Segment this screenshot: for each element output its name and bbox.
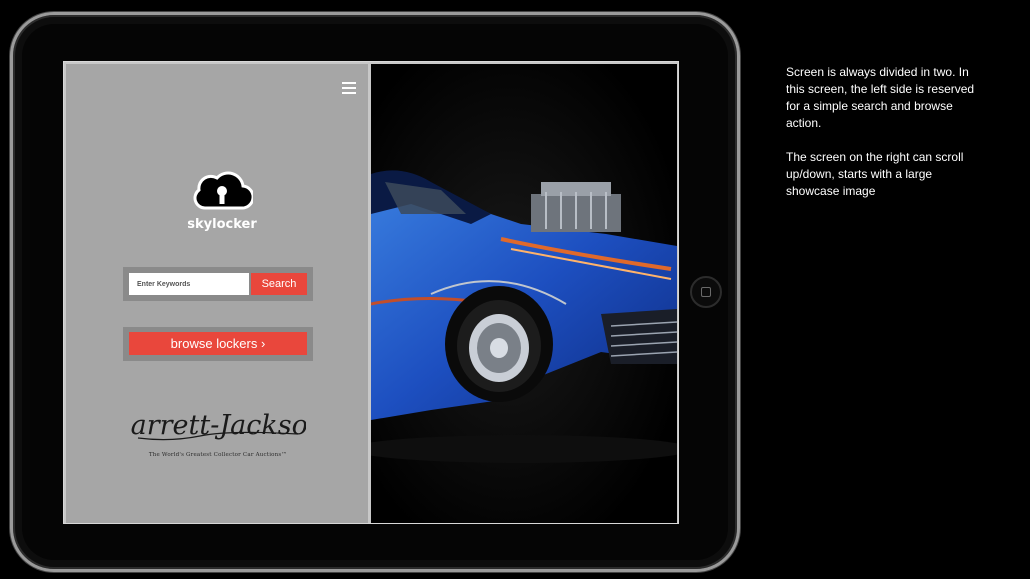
showcase-panel[interactable]	[371, 64, 677, 523]
browse-box: browse lockers ›	[123, 327, 313, 361]
skylocker-cloud-lock-icon	[193, 171, 253, 210]
search-box: Search	[123, 267, 313, 301]
home-button[interactable]	[690, 276, 722, 308]
design-annotation: Screen is always divided in two. In this…	[786, 64, 986, 217]
tablet-screen: skylocker Search browse lockers › Barret…	[63, 61, 679, 524]
annotation-paragraph-1: Screen is always divided in two. In this…	[786, 65, 975, 130]
svg-text:Barrett-Jackson: Barrett-Jackson	[130, 410, 306, 441]
browse-lockers-button[interactable]: browse lockers ›	[129, 332, 307, 355]
home-square-icon	[701, 287, 711, 297]
app-logo-text: skylocker	[187, 217, 257, 232]
left-panel: skylocker Search browse lockers › Barret…	[66, 64, 368, 523]
annotation-paragraph-2: The screen on the right can scroll up/do…	[786, 150, 964, 198]
showcase-car-image	[371, 64, 677, 523]
hamburger-menu-icon[interactable]	[342, 82, 356, 94]
barrett-jackson-logo: Barrett-Jackson	[130, 410, 306, 441]
search-input[interactable]	[129, 273, 249, 295]
search-button[interactable]: Search	[251, 273, 307, 295]
partner-tagline: The World's Greatest Collector Car Aucti…	[148, 452, 288, 458]
